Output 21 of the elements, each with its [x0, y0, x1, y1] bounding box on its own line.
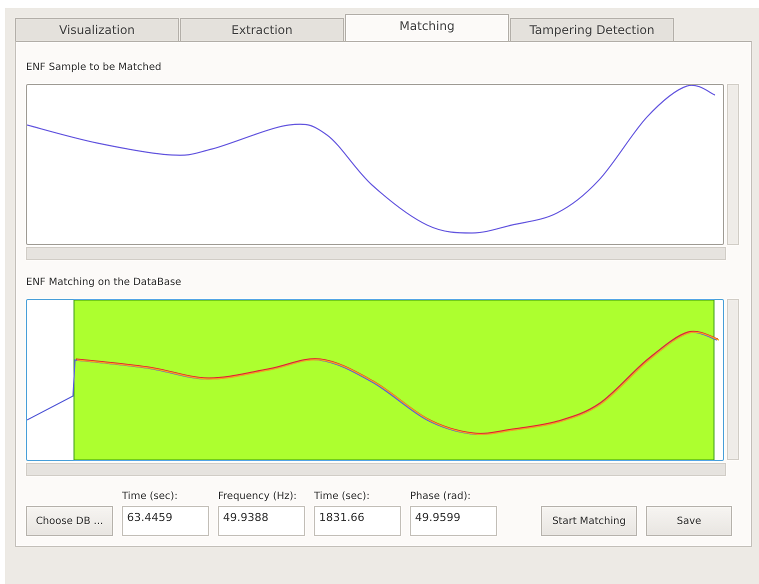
tab[interactable]: Matching: [345, 14, 509, 41]
tab[interactable]: Tampering Detection: [510, 18, 674, 41]
input-field[interactable]: 49.9388: [218, 506, 305, 536]
field-label: Time (sec):: [314, 491, 371, 502]
input-field[interactable]: 49.9599: [410, 506, 497, 536]
field-label: Phase (rad):: [410, 491, 472, 502]
choose-db-button[interactable]: Choose DB ...: [26, 506, 113, 536]
tab[interactable]: Visualization: [15, 18, 179, 41]
plot-title: ENF Matching on the DataBase: [26, 277, 182, 290]
field-label: Time (sec):: [122, 491, 179, 502]
action-button[interactable]: Save: [646, 506, 732, 536]
vertical-scrollbar[interactable]: [727, 299, 739, 460]
horizontal-scrollbar[interactable]: [26, 247, 726, 260]
horizontal-scrollbar[interactable]: [26, 463, 726, 476]
vertical-scrollbar[interactable]: [727, 84, 739, 245]
input-field[interactable]: 63.4459: [122, 506, 209, 536]
action-button[interactable]: Start Matching: [541, 506, 637, 536]
tab[interactable]: Extraction: [180, 18, 344, 41]
input-field[interactable]: 1831.66: [314, 506, 401, 536]
field-label: Frequency (Hz):: [218, 491, 298, 502]
plot-title: ENF Sample to be Matched: [26, 62, 162, 75]
